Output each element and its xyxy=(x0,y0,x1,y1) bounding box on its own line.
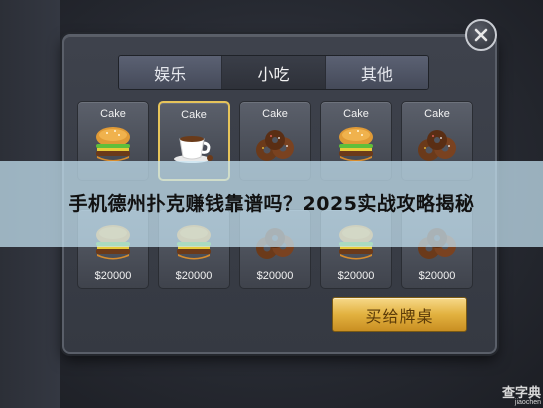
tab-other[interactable]: 其他 xyxy=(325,56,428,89)
tab-snacks[interactable]: 小吃 xyxy=(222,56,326,89)
burger-icon xyxy=(339,127,373,162)
item-price: $20000 xyxy=(256,270,294,282)
tab-entertainment[interactable]: 娱乐 xyxy=(119,56,223,89)
buy-for-table-button[interactable]: 买给牌桌 xyxy=(332,297,467,332)
banner-title: 手机德州扑克赚钱靠谱吗？2025实战攻略揭秘 xyxy=(68,193,475,215)
watermark: 查字典 jiaochen xyxy=(502,386,541,406)
item-price: $20000 xyxy=(418,270,456,282)
close-icon xyxy=(474,28,488,42)
category-tabs: 娱乐 小吃 其他 xyxy=(118,55,429,90)
item-label: Cake xyxy=(100,108,126,120)
watermark-line1: 查字典 xyxy=(501,385,541,400)
close-button[interactable] xyxy=(465,19,497,51)
item-label: Cake xyxy=(424,108,450,120)
title-banner: 手机德州扑克赚钱靠谱吗？2025实战攻略揭秘 xyxy=(0,161,543,247)
item-price: $20000 xyxy=(175,270,213,282)
item-label: Cake xyxy=(262,108,288,120)
item-label: Cake xyxy=(343,108,369,120)
coffee-cup-icon xyxy=(174,136,213,163)
item-label: Cake xyxy=(181,109,207,121)
burger-icon xyxy=(96,127,130,162)
donuts-icon xyxy=(256,130,294,161)
item-price: $20000 xyxy=(337,270,375,282)
donuts-icon xyxy=(418,130,456,161)
item-price: $20000 xyxy=(94,270,132,282)
watermark-line2: jiaochen xyxy=(514,399,541,406)
